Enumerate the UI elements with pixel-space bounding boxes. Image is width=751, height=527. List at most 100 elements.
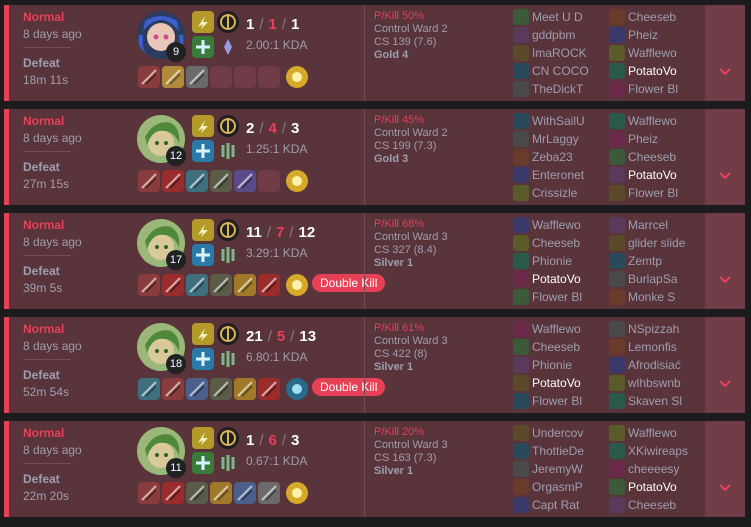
resolve-rune[interactable] xyxy=(217,348,239,370)
item-slot-icon[interactable] xyxy=(210,274,232,296)
player-entry[interactable]: CN COCO xyxy=(513,62,609,80)
item-slot-icon[interactable] xyxy=(162,274,184,296)
item-slot-icon[interactable] xyxy=(186,66,208,88)
summoner-name[interactable]: Wafflewo xyxy=(532,218,602,232)
summoner-name[interactable]: Cheeseb xyxy=(532,340,602,354)
player-entry[interactable]: ThottieDe xyxy=(513,442,609,460)
player-entry[interactable]: Afrodisiać xyxy=(609,356,705,374)
summoner-name[interactable]: NSpizzah xyxy=(628,322,698,336)
player-entry[interactable]: Meet U D xyxy=(513,8,609,26)
player-entry[interactable]: Wafflewo xyxy=(513,320,609,338)
summoner-name[interactable]: Capt Rat xyxy=(532,498,602,512)
summoner-name[interactable]: glider slide xyxy=(628,236,698,250)
player-entry[interactable]: ImaROCK xyxy=(513,44,609,62)
flash-icon[interactable] xyxy=(192,11,214,33)
summoner-name[interactable]: Phionie xyxy=(532,358,602,372)
player-entry[interactable]: MrLaggy xyxy=(513,130,609,148)
trinket-ward-icon[interactable] xyxy=(286,378,308,400)
summoner-name[interactable]: Flower Bl xyxy=(628,186,698,200)
player-entry[interactable]: Wafflewo xyxy=(609,112,705,130)
item-slot-icon[interactable] xyxy=(138,274,160,296)
player-entry[interactable]: gddpbm xyxy=(513,26,609,44)
summoner-name[interactable]: PotatoVo xyxy=(628,168,698,182)
player-entry[interactable]: PotatoVo xyxy=(513,374,609,392)
summoner-name[interactable]: OrgasmP xyxy=(532,480,602,494)
summoner-name[interactable]: Wafflewo xyxy=(532,322,602,336)
trinket-ward-icon[interactable] xyxy=(286,274,308,296)
item-slot-icon[interactable] xyxy=(258,482,280,504)
summoner-name[interactable]: Afrodisiać xyxy=(628,358,698,372)
sorcery-rune[interactable] xyxy=(217,36,239,58)
summoner-name[interactable]: PotatoVo xyxy=(532,272,602,286)
lethal-tempo-rune[interactable] xyxy=(217,219,239,241)
summoner-name[interactable]: PotatoVo xyxy=(628,480,698,494)
summoner-name[interactable]: XKiwireaps xyxy=(628,444,698,458)
expand-details-button[interactable] xyxy=(705,213,745,309)
player-entry[interactable]: TheDickT xyxy=(513,80,609,98)
summoner-name[interactable]: TheDickT xyxy=(532,82,602,96)
player-entry[interactable]: XKiwireaps xyxy=(609,442,705,460)
summoner-name[interactable]: JeremyW xyxy=(532,462,602,476)
player-entry[interactable]: PotatoVo xyxy=(609,62,705,80)
player-entry[interactable]: Phionie xyxy=(513,252,609,270)
summoner-name[interactable]: ImaROCK xyxy=(532,46,602,60)
player-entry[interactable]: NSpizzah xyxy=(609,320,705,338)
player-entry[interactable]: Marrcel xyxy=(609,216,705,234)
trinket-ward-icon[interactable] xyxy=(286,482,308,504)
player-entry[interactable]: Cheeseb xyxy=(513,338,609,356)
player-entry[interactable]: PotatoVo xyxy=(609,166,705,184)
player-entry[interactable]: Monke S xyxy=(609,288,705,306)
summoner-name[interactable]: Monke S xyxy=(628,290,698,304)
player-entry[interactable]: Cheeseb xyxy=(609,8,705,26)
summoner-name[interactable]: PotatoVo xyxy=(628,64,698,78)
summoner-name[interactable]: Undercov xyxy=(532,426,602,440)
item-slot-icon[interactable] xyxy=(162,170,184,192)
flash-icon[interactable] xyxy=(192,427,214,449)
summoner-name[interactable]: MrLaggy xyxy=(532,132,602,146)
player-entry[interactable]: cheeeesy xyxy=(609,460,705,478)
item-slot-icon[interactable] xyxy=(138,170,160,192)
player-entry[interactable]: Wafflewo xyxy=(609,44,705,62)
flash-icon[interactable] xyxy=(192,219,214,241)
player-entry[interactable]: Capt Rat xyxy=(513,496,609,514)
player-entry[interactable]: BurlapSa xyxy=(609,270,705,288)
item-slot-icon[interactable] xyxy=(162,482,184,504)
resolve-rune[interactable] xyxy=(217,140,239,162)
lethal-tempo-rune[interactable] xyxy=(217,323,239,345)
expand-details-button[interactable] xyxy=(705,109,745,205)
lethal-tempo-rune[interactable] xyxy=(217,115,239,137)
summoner-name[interactable]: Wafflewo xyxy=(628,114,698,128)
player-entry[interactable]: JeremyW xyxy=(513,460,609,478)
player-entry[interactable]: Cheeseb xyxy=(609,496,705,514)
summoner-name[interactable]: Wafflewo xyxy=(628,46,698,60)
item-slot-icon[interactable] xyxy=(210,170,232,192)
item-slot-icon[interactable] xyxy=(162,378,184,400)
expand-details-button[interactable] xyxy=(705,421,745,517)
player-entry[interactable]: Pheiz xyxy=(609,26,705,44)
heal-icon[interactable] xyxy=(192,36,214,58)
summoner-name[interactable]: CN COCO xyxy=(532,64,602,78)
cleanse-icon[interactable] xyxy=(192,348,214,370)
item-slot-icon[interactable] xyxy=(258,274,280,296)
summoner-name[interactable]: Cheeseb xyxy=(628,150,698,164)
resolve-rune[interactable] xyxy=(217,244,239,266)
flash-icon[interactable] xyxy=(192,323,214,345)
summoner-name[interactable]: Flower Bl xyxy=(532,394,602,408)
cleanse-icon[interactable] xyxy=(192,244,214,266)
summoner-name[interactable]: wlhbswnb xyxy=(628,376,698,390)
player-entry[interactable]: Zeba23 xyxy=(513,148,609,166)
cleanse-icon[interactable] xyxy=(192,140,214,162)
expand-details-button[interactable] xyxy=(705,5,745,101)
summoner-name[interactable]: Zeba23 xyxy=(532,150,602,164)
player-entry[interactable]: wlhbswnb xyxy=(609,374,705,392)
summoner-name[interactable]: BurlapSa xyxy=(628,272,698,286)
summoner-name[interactable]: Crissizle xyxy=(532,186,602,200)
expand-details-button[interactable] xyxy=(705,317,745,413)
summoner-name[interactable]: PotatoVo xyxy=(532,376,602,390)
summoner-name[interactable]: Cheeseb xyxy=(532,236,602,250)
player-entry[interactable]: Cheeseb xyxy=(513,234,609,252)
summoner-name[interactable]: Pheiz xyxy=(628,132,698,146)
summoner-name[interactable]: WithSailU xyxy=(532,114,602,128)
player-entry[interactable]: Crissizle xyxy=(513,184,609,202)
player-entry[interactable]: Flower Bl xyxy=(609,184,705,202)
